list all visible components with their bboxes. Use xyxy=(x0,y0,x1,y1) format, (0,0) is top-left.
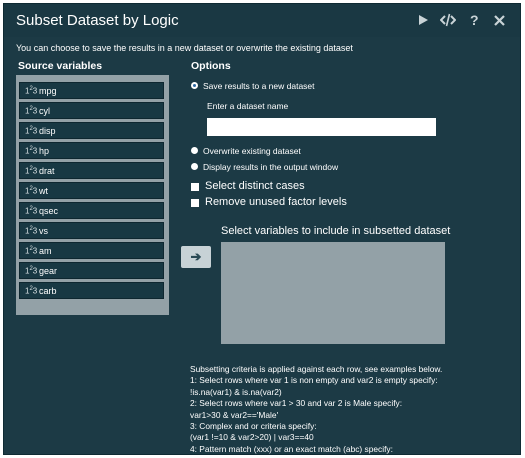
help-line: !is.na(var1) & is.na(var2) xyxy=(190,386,282,397)
help-line: (var1 !=10 & var2>20) | var3==40 xyxy=(190,432,314,443)
arrow-right-icon: ➔ xyxy=(190,249,202,264)
save-new-label: Save results to a new dataset xyxy=(203,81,315,91)
numeric-icon: 123 xyxy=(25,266,38,276)
numeric-icon: 123 xyxy=(25,206,38,216)
remove-unused-label: Remove unused factor levels xyxy=(205,196,347,208)
numeric-icon: 123 xyxy=(25,126,38,136)
numeric-icon: 123 xyxy=(25,106,38,116)
move-right-button[interactable]: ➔ xyxy=(181,246,211,268)
source-variables-label: Source variables xyxy=(18,60,103,72)
dialog-subtitle: You can choose to save the results in a … xyxy=(16,43,353,53)
options-label: Options xyxy=(191,60,231,72)
list-item-am[interactable]: 123 am xyxy=(19,242,164,259)
display-output-radio[interactable] xyxy=(191,163,198,170)
list-item-hp[interactable]: 123 hp xyxy=(19,142,164,159)
distinct-label: Select distinct cases xyxy=(205,180,305,192)
help-text: Subsetting criteria is applied against e… xyxy=(190,364,510,454)
numeric-icon: 123 xyxy=(25,166,38,176)
numeric-icon: 123 xyxy=(25,286,38,296)
numeric-icon: 123 xyxy=(25,226,38,236)
help-line: 1: Select rows where var 1 is non empty … xyxy=(190,375,438,386)
title-bar: Subset Dataset by Logic ? xyxy=(4,4,520,37)
list-item-qsec[interactable]: 123 qsec xyxy=(19,202,164,219)
dataset-name-input[interactable] xyxy=(207,118,436,136)
dialog-title: Subset Dataset by Logic xyxy=(16,12,179,29)
list-item-carb[interactable]: 123 carb xyxy=(19,282,164,299)
code-icon[interactable] xyxy=(439,13,457,30)
source-variables-list[interactable]: 123 mpg 123 cyl 123 disp 123 hp 123 drat 123 w… xyxy=(16,75,169,315)
close-icon[interactable] xyxy=(494,14,505,29)
help-line: Subsetting criteria is applied against e… xyxy=(190,364,443,374)
dialog-window: Subset Dataset by Logic ? You can choose… xyxy=(3,3,521,455)
list-item-vs[interactable]: 123 vs xyxy=(19,222,164,239)
help-line: var1>30 & var2=='Male' xyxy=(190,409,279,420)
help-icon[interactable]: ? xyxy=(470,12,479,28)
remove-unused-checkbox[interactable] xyxy=(191,199,199,207)
list-item-wt[interactable]: 123 wt xyxy=(19,182,164,199)
target-variables-label: Select variables to include in subsetted… xyxy=(221,225,451,237)
dataset-name-label: Enter a dataset name xyxy=(207,101,289,111)
save-new-radio[interactable] xyxy=(191,82,198,89)
display-output-label: Display results in the output window xyxy=(203,162,339,172)
target-variables-list[interactable] xyxy=(221,242,445,344)
help-line: 3: Complex and or criteria specify: xyxy=(190,421,317,432)
run-icon[interactable] xyxy=(418,14,429,29)
overwrite-label: Overwrite existing dataset xyxy=(203,146,301,156)
numeric-icon: 123 xyxy=(25,246,38,256)
distinct-checkbox[interactable] xyxy=(191,183,199,191)
list-item-disp[interactable]: 123 disp xyxy=(19,122,164,139)
help-line: 2: Select rows where var1 > 30 and var 2… xyxy=(190,398,403,409)
overwrite-radio[interactable] xyxy=(191,147,198,154)
numeric-icon: 123 xyxy=(25,146,38,156)
list-item-gear[interactable]: 123 gear xyxy=(19,262,164,279)
list-item-cyl[interactable]: 123 cyl xyxy=(19,102,164,119)
list-item-drat[interactable]: 123 drat xyxy=(19,162,164,179)
numeric-icon: 123 xyxy=(25,86,38,96)
list-item-mpg[interactable]: 123 mpg xyxy=(19,82,164,99)
numeric-icon: 123 xyxy=(25,186,38,196)
help-line: 4: Pattern match (xxx) or an exact match… xyxy=(190,443,393,454)
